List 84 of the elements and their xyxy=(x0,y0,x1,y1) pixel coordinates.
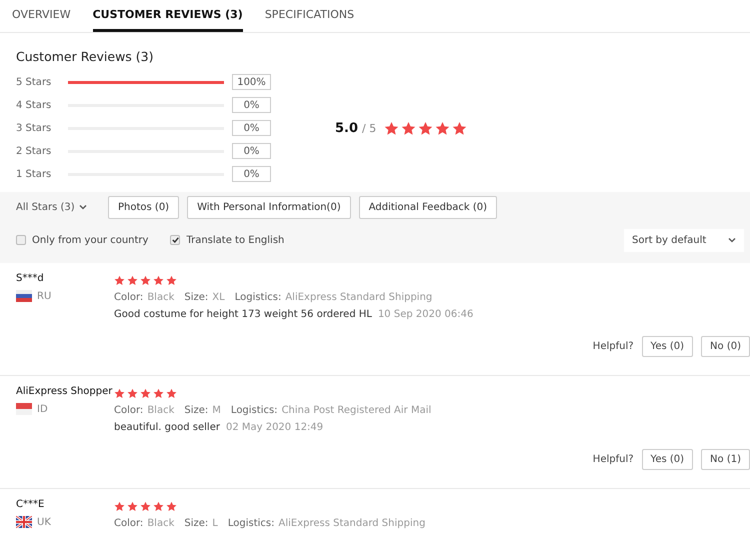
helpful-label: Helpful? xyxy=(592,341,634,352)
chevron-icon xyxy=(78,204,87,210)
no-button[interactable]: No (0) xyxy=(701,336,750,357)
country-code: UK xyxy=(37,516,51,528)
attribute-label: Color: xyxy=(114,405,144,416)
attribute-label: Logistics: xyxy=(228,518,274,529)
star-icon xyxy=(140,388,151,399)
attribute-label: Size: xyxy=(184,292,208,303)
percent-label: 0% xyxy=(232,143,271,159)
attribute-value: AliExpress Standard Shipping xyxy=(285,292,432,303)
country-code: RU xyxy=(37,290,52,302)
sort-dropdown[interactable]: Sort by default xyxy=(624,228,744,252)
percent-label: 100% xyxy=(232,74,271,90)
checkbox-label: Only from your country xyxy=(32,234,148,246)
review-text: Good costume for height 173 weight 56 ordered HL xyxy=(114,309,372,320)
star-filter-dropdown[interactable]: All Stars (3) xyxy=(16,202,100,212)
chevron-icon xyxy=(728,237,736,243)
yes-button[interactable]: Yes (0) xyxy=(642,336,694,357)
reviewer-name: C***E xyxy=(16,499,46,510)
attribute-label: Logistics: xyxy=(234,292,282,303)
bar-label: 4 Stars xyxy=(16,100,52,110)
filter-button[interactable]: Additional Feedback (0) xyxy=(358,196,498,218)
star-icon xyxy=(166,501,177,512)
star-icon xyxy=(166,388,177,399)
attribute-value: Black xyxy=(147,518,174,529)
star-icon xyxy=(127,275,138,286)
bar-label: 5 Stars xyxy=(16,76,52,88)
star-icon xyxy=(153,501,164,512)
average-score: 5.0 xyxy=(335,120,358,136)
percent-label: 0% xyxy=(232,166,271,182)
star-icon xyxy=(127,388,138,399)
country-code: ID xyxy=(37,404,48,414)
score-scale: / 5 xyxy=(362,122,376,134)
tab[interactable]: OVERVIEW xyxy=(12,0,71,32)
star-icon xyxy=(140,501,151,512)
review-date: 02 May 2020 12:49 xyxy=(226,422,324,433)
star-icon xyxy=(140,275,151,286)
attribute-value: Black xyxy=(147,405,174,416)
attribute-label: Color: xyxy=(114,292,144,303)
percent-label: 0% xyxy=(232,97,271,113)
attribute-value: L xyxy=(212,518,218,529)
star-icon xyxy=(153,275,164,286)
star-icon xyxy=(114,501,125,512)
star-icon xyxy=(401,120,416,136)
review-date: 10 Sep 2020 06:46 xyxy=(378,309,474,320)
checkbox[interactable] xyxy=(170,235,180,245)
attribute-label: Size: xyxy=(184,405,208,416)
star-icon xyxy=(166,275,177,286)
checkbox-label: Translate to English xyxy=(186,234,284,246)
attribute-value: XL xyxy=(212,292,225,303)
flag-icon xyxy=(16,516,32,528)
tab[interactable]: SPECIFICATIONS xyxy=(264,0,354,32)
filter-button[interactable]: With Personal Information(0) xyxy=(187,196,351,218)
no-button[interactable]: No (1) xyxy=(701,449,750,470)
bar-label: 3 Stars xyxy=(16,122,52,134)
attribute-value: China Post Registered Air Mail xyxy=(282,405,432,416)
star-icon xyxy=(384,120,400,136)
star-icon xyxy=(418,120,434,136)
helpful-label: Helpful? xyxy=(592,454,634,465)
tab[interactable]: CUSTOMER REVIEWS (3) xyxy=(92,0,243,32)
section-title: Customer Reviews (3) xyxy=(16,49,154,64)
reviewer-name: S***d xyxy=(16,273,45,284)
attribute-label: Logistics: xyxy=(230,405,278,416)
attribute-value: AliExpress Standard Shipping xyxy=(278,518,426,529)
filter-button[interactable]: Photos (0) xyxy=(108,196,180,218)
bar-label: 2 Stars xyxy=(16,146,52,156)
star-icon xyxy=(435,120,450,136)
flag-icon xyxy=(16,290,32,302)
bar-label: 1 Stars xyxy=(16,168,52,180)
star-icon xyxy=(452,120,468,136)
attribute-value: Black xyxy=(147,292,174,303)
attribute-label: Color: xyxy=(114,518,144,529)
star-icon xyxy=(127,501,138,512)
star-icon xyxy=(114,388,125,399)
star-icon xyxy=(153,388,164,399)
star-icon xyxy=(114,275,125,286)
reviewer-name: AliExpress Shopper xyxy=(16,386,114,397)
checkbox[interactable] xyxy=(16,235,26,245)
flag-icon xyxy=(16,403,32,415)
percent-label: 0% xyxy=(232,120,271,136)
yes-button[interactable]: Yes (0) xyxy=(642,449,694,470)
attribute-value: M xyxy=(212,405,221,416)
review-text: beautiful. good seller xyxy=(114,422,220,433)
attribute-label: Size: xyxy=(184,518,208,529)
